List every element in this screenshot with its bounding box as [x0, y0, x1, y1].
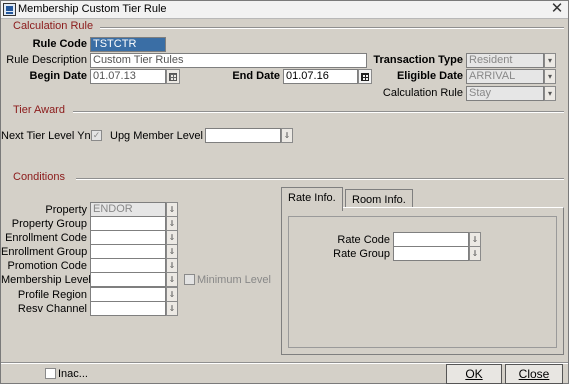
profile-region-label: Profile Region: [17, 289, 87, 301]
profile-region-lov-button[interactable]: ⇓: [166, 287, 178, 302]
lov-arrow-icon: ⇓: [283, 131, 291, 140]
transaction-type-dropdown-button[interactable]: ▾: [544, 53, 556, 68]
lov-arrow-icon: ⇓: [168, 247, 176, 256]
resv-channel-label: Resv Channel: [17, 303, 87, 315]
close-button[interactable]: Close: [505, 364, 563, 384]
section-divider: [76, 178, 564, 180]
close-icon[interactable]: ✕: [550, 1, 564, 16]
eligible-date-label: Eligible Date: [396, 70, 463, 82]
rate-code-field[interactable]: [393, 232, 469, 247]
enrollment-group-label: Enrollment Group: [1, 246, 88, 258]
profile-region-field[interactable]: [90, 287, 166, 302]
check-icon: ✓: [92, 130, 101, 140]
resv-channel-field[interactable]: [90, 301, 166, 316]
property-label: Property: [45, 204, 87, 216]
next-tier-level-checkbox[interactable]: ✓: [91, 130, 102, 141]
membership-level-field[interactable]: [90, 272, 166, 287]
enrollment-code-label: Enrollment Code: [5, 232, 87, 244]
minimum-level-label: Minimum Level: [197, 274, 271, 286]
upg-member-level-label: Upg Member Level: [110, 130, 203, 142]
begin-date-label: Begin Date: [29, 70, 87, 82]
minimum-level-checkbox[interactable]: [184, 274, 195, 285]
rule-code-label: Rule Code: [32, 38, 87, 50]
rate-group-field[interactable]: [393, 246, 469, 261]
membership-level-lov-button[interactable]: ⇓: [166, 272, 178, 287]
chevron-down-icon: ▾: [547, 56, 552, 65]
section-calculation-rule: Calculation Rule: [13, 20, 94, 32]
rule-code-field[interactable]: TSTCTR: [90, 37, 166, 52]
ok-button[interactable]: OK: [446, 364, 502, 384]
enrollment-group-field[interactable]: [90, 244, 166, 259]
calculation-rule-select[interactable]: Stay: [466, 86, 544, 101]
lov-arrow-icon: ⇓: [471, 235, 479, 244]
property-field[interactable]: ENDOR: [90, 202, 166, 217]
calendar-icon: [169, 73, 177, 81]
section-divider: [100, 27, 564, 29]
promotion-code-label: Promotion Code: [7, 260, 88, 272]
transaction-type-label: Transaction Type: [373, 54, 463, 66]
calculation-rule-dropdown-button[interactable]: ▾: [544, 86, 556, 101]
lov-arrow-icon: ⇓: [168, 219, 176, 228]
enrollment-code-lov-button[interactable]: ⇓: [166, 230, 178, 245]
eligible-date-select[interactable]: ARRIVAL: [466, 69, 544, 84]
ok-button-label: OK: [465, 367, 483, 381]
promotion-code-lov-button[interactable]: ⇓: [166, 258, 178, 273]
promotion-code-field[interactable]: [90, 258, 166, 273]
lov-arrow-icon: ⇓: [471, 249, 479, 258]
window-title: Membership Custom Tier Rule: [18, 3, 167, 15]
title-bar: Membership Custom Tier Rule ✕: [1, 1, 568, 19]
membership-level-label: Membership Level: [1, 274, 91, 286]
lov-arrow-icon: ⇓: [168, 304, 176, 313]
resv-channel-lov-button[interactable]: ⇓: [166, 301, 178, 316]
chevron-down-icon: ▾: [547, 72, 552, 81]
section-divider: [73, 111, 564, 113]
lov-arrow-icon: ⇓: [168, 261, 176, 270]
end-date-field[interactable]: 01.07.16: [283, 69, 358, 84]
section-conditions: Conditions: [13, 171, 65, 183]
next-tier-level-label: Next Tier Level Yn: [1, 130, 91, 142]
chevron-down-icon: ▾: [547, 89, 552, 98]
property-group-lov-button[interactable]: ⇓: [166, 216, 178, 231]
rate-group-label: Rate Group: [333, 248, 390, 260]
lov-arrow-icon: ⇓: [168, 233, 176, 242]
lov-arrow-icon: ⇓: [168, 205, 176, 214]
lov-arrow-icon: ⇓: [168, 275, 176, 284]
upg-member-level-lov-button[interactable]: ⇓: [281, 128, 293, 143]
section-tier-award: Tier Award: [13, 104, 65, 116]
upg-member-level-field[interactable]: [205, 128, 281, 143]
rule-description-label: Rule Description: [6, 54, 87, 66]
end-date-label: End Date: [232, 70, 280, 82]
enrollment-group-lov-button[interactable]: ⇓: [166, 244, 178, 259]
close-button-label: Close: [518, 367, 550, 381]
property-group-label: Property Group: [11, 218, 87, 230]
property-lov-button[interactable]: ⇓: [166, 202, 178, 217]
app-icon: [3, 3, 16, 16]
rate-group-lov-button[interactable]: ⇓: [469, 246, 481, 261]
eligible-date-dropdown-button[interactable]: ▾: [544, 69, 556, 84]
begin-date-field[interactable]: 01.07.13: [90, 69, 166, 84]
property-group-field[interactable]: [90, 216, 166, 231]
calculation-rule-label: Calculation Rule: [382, 87, 463, 99]
rule-description-field[interactable]: Custom Tier Rules: [90, 53, 367, 68]
begin-date-calendar-button[interactable]: [166, 69, 180, 84]
tab-rate-info[interactable]: Rate Info.: [281, 187, 343, 211]
rate-code-label: Rate Code: [337, 234, 390, 246]
lov-arrow-icon: ⇓: [168, 290, 176, 299]
enrollment-code-field[interactable]: [90, 230, 166, 245]
transaction-type-select[interactable]: Resident: [466, 53, 544, 68]
rate-code-lov-button[interactable]: ⇓: [469, 232, 481, 247]
inactive-label: Inac...: [58, 368, 88, 380]
inactive-checkbox[interactable]: [45, 368, 56, 379]
membership-custom-tier-rule-window: Membership Custom Tier Rule ✕ Calculatio…: [0, 0, 569, 384]
